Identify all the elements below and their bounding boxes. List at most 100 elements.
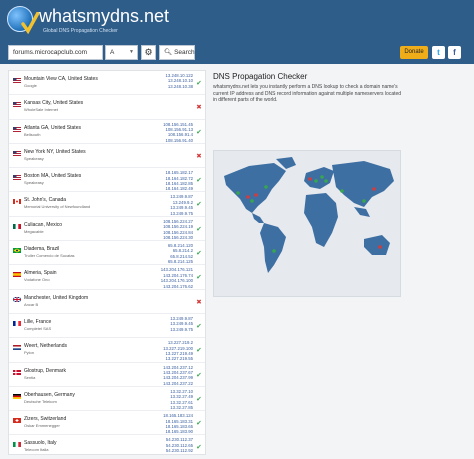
facebook-button[interactable]: f [448,46,461,59]
facebook-icon: f [453,48,456,57]
check-icon: ✔ [196,444,202,452]
result-ip[interactable]: 65.8.214.125 [168,259,193,264]
result-ip[interactable]: 108.156.224.19 [163,224,193,229]
result-ip-list: 18.165.183.124 18.165.183.31 18.165.183.65… [163,413,193,435]
result-ip[interactable]: 143.204.176.62 [161,284,193,289]
flag-gb-icon [13,296,21,302]
result-isp: WholeSale Internet [24,107,59,113]
search-toolbar: A ▼ ⚙ 🔍︎ Search Donate t f [0,42,474,64]
results-list: Mountain View CA, United States Google 13.… [8,70,206,455]
flag-nl-icon [13,345,21,351]
result-location: Sassuolo, Italy [24,440,57,447]
result-row[interactable]: Oberhausen, Germany Deutsche Telekom 13.32… [9,387,205,412]
search-button-label: Search [174,49,195,56]
result-location: Glostrup, Denmark [24,367,66,374]
map-marker [378,245,382,249]
map-marker [324,179,328,183]
result-ip[interactable]: 108.156.224.30 [163,235,193,240]
settings-button[interactable]: ⚙ [141,45,156,60]
twitter-icon: t [437,48,440,57]
chevron-down-icon: ▼ [129,49,134,55]
result-ip[interactable]: 13.227.219.55 [163,356,193,361]
result-ip-list: 54.230.112.3754.230.112.6554.230.112.925… [166,437,193,455]
map-marker [314,179,318,183]
result-ip[interactable]: 54.230.112.15 [166,454,193,455]
search-button[interactable]: 🔍︎ Search [159,45,195,60]
map-marker [372,187,376,191]
result-isp: Speakeasy [24,180,44,186]
result-row[interactable]: Lille, France Completel SAS 13.249.9.87 13.… [9,314,205,339]
record-type-value: A [110,49,115,56]
map-marker [308,177,312,181]
result-row[interactable]: Zizers, Switzerland Oskar Emmenegger 18.16… [9,411,205,436]
map-marker [340,189,344,193]
result-row[interactable]: New York NY, United States Speakeasy ✖ [9,144,205,169]
result-row[interactable]: St. John's, Canada Memorial University of… [9,192,205,217]
check-icon: ✔ [196,250,202,258]
result-ip[interactable]: 18.164.182.49 [166,186,193,191]
map-marker [264,185,268,189]
donate-button[interactable]: Donate [400,46,428,59]
result-row[interactable]: Manchester, United Kingdom Ancar B ✖ [9,290,205,314]
cross-icon: ✖ [196,104,202,112]
flag-us-icon [13,102,21,108]
map-marker [254,193,258,197]
check-icon: ✔ [196,225,202,233]
map-marker [236,191,240,195]
result-isp: Speakeasy [24,155,44,161]
result-ip[interactable]: 13.32.27.85 [170,405,193,410]
result-row[interactable]: Atlanta GA, United States Bellsouth 108.15… [9,120,205,144]
result-ip-list: 13.248.10.122 13.248.10.10 13.248.10.38 [166,73,193,89]
result-isp: Bellsouth [24,131,41,137]
result-ip[interactable]: 13.249.9.45 [170,321,193,326]
result-ip[interactable]: 54.230.112.92 [166,448,193,453]
result-row[interactable]: Almeria, Spain Vodafone Ono 143.204.176.12… [9,265,205,290]
result-location: Weert, Netherlands [24,343,67,350]
domain-input[interactable] [8,45,103,60]
result-ip[interactable]: 13.227.219.2 [163,340,193,345]
result-ip[interactable]: 13.249.9.75 [170,327,193,332]
result-row[interactable]: Glostrup, Denmark Sentia 143.204.237.12 143… [9,363,205,387]
record-type-select[interactable]: A ▼ [105,45,138,60]
result-ip[interactable]: 143.204.176.100 [161,278,193,283]
result-row[interactable]: Kansas City, United States WholeSale Inte… [9,95,205,120]
check-icon: ✔ [196,371,202,379]
flag-de-icon [13,393,21,399]
check-icon: ✔ [196,128,202,136]
twitter-button[interactable]: t [432,46,445,59]
result-isp: Completel SAS [24,325,52,331]
result-row[interactable]: Sassuolo, Italy Telecom Italia 54.230.112.… [9,435,205,455]
result-row[interactable]: Diadema, Brazil Truller Comercio de Sucat… [9,241,205,266]
flag-es-icon [13,272,21,278]
result-ip[interactable]: 13.32.27.49 [170,394,193,399]
flag-dk-icon [13,369,21,375]
result-ip[interactable]: 143.204.176.121 [161,267,193,272]
result-location: Culiacan, Mexico [24,221,63,228]
result-row[interactable]: Boston MA, United States Speakeasy 18.165.… [9,168,205,193]
result-row[interactable]: Culiacan, Mexico Megacable 108.156.224.27 1… [9,217,205,242]
result-ip[interactable]: 18.165.183.124 [163,413,193,418]
world-map[interactable] [213,150,401,297]
check-icon: ✔ [196,420,202,428]
flag-fr-icon [13,320,21,326]
result-row[interactable]: Mountain View CA, United States Google 13.… [9,71,205,96]
result-row[interactable]: Weert, Netherlands Pylon 13.227.219.2 13.22… [9,338,205,363]
result-ip[interactable]: 143.204.237.22 [163,381,193,386]
check-icon: ✔ [196,177,202,185]
search-icon: 🔍︎ [164,49,173,56]
result-ip[interactable]: 143.204.237.99 [163,375,193,380]
result-ip[interactable]: 18.165.183.90 [163,429,193,434]
flag-it-icon [13,442,21,448]
result-ip-list: 143.204.176.121 143.204.176.74 143.204.176… [161,267,193,289]
result-ip[interactable]: 13.248.10.38 [166,84,193,89]
result-ip[interactable]: 13.249.9.75 [170,211,193,216]
result-ip[interactable]: 108.156.91.40 [163,138,193,143]
result-ip[interactable]: 13.249.9.45 [170,205,193,210]
result-location: Zizers, Switzerland [24,416,67,423]
result-ip[interactable]: 18.165.182.17 [166,170,193,175]
cross-icon: ✖ [196,298,202,306]
map-marker [272,249,276,253]
result-isp: Megacable [24,228,44,234]
flag-us-icon [13,175,21,181]
site-logo[interactable]: whatsmydns.net Global DNS Propagation Ch… [7,6,307,36]
